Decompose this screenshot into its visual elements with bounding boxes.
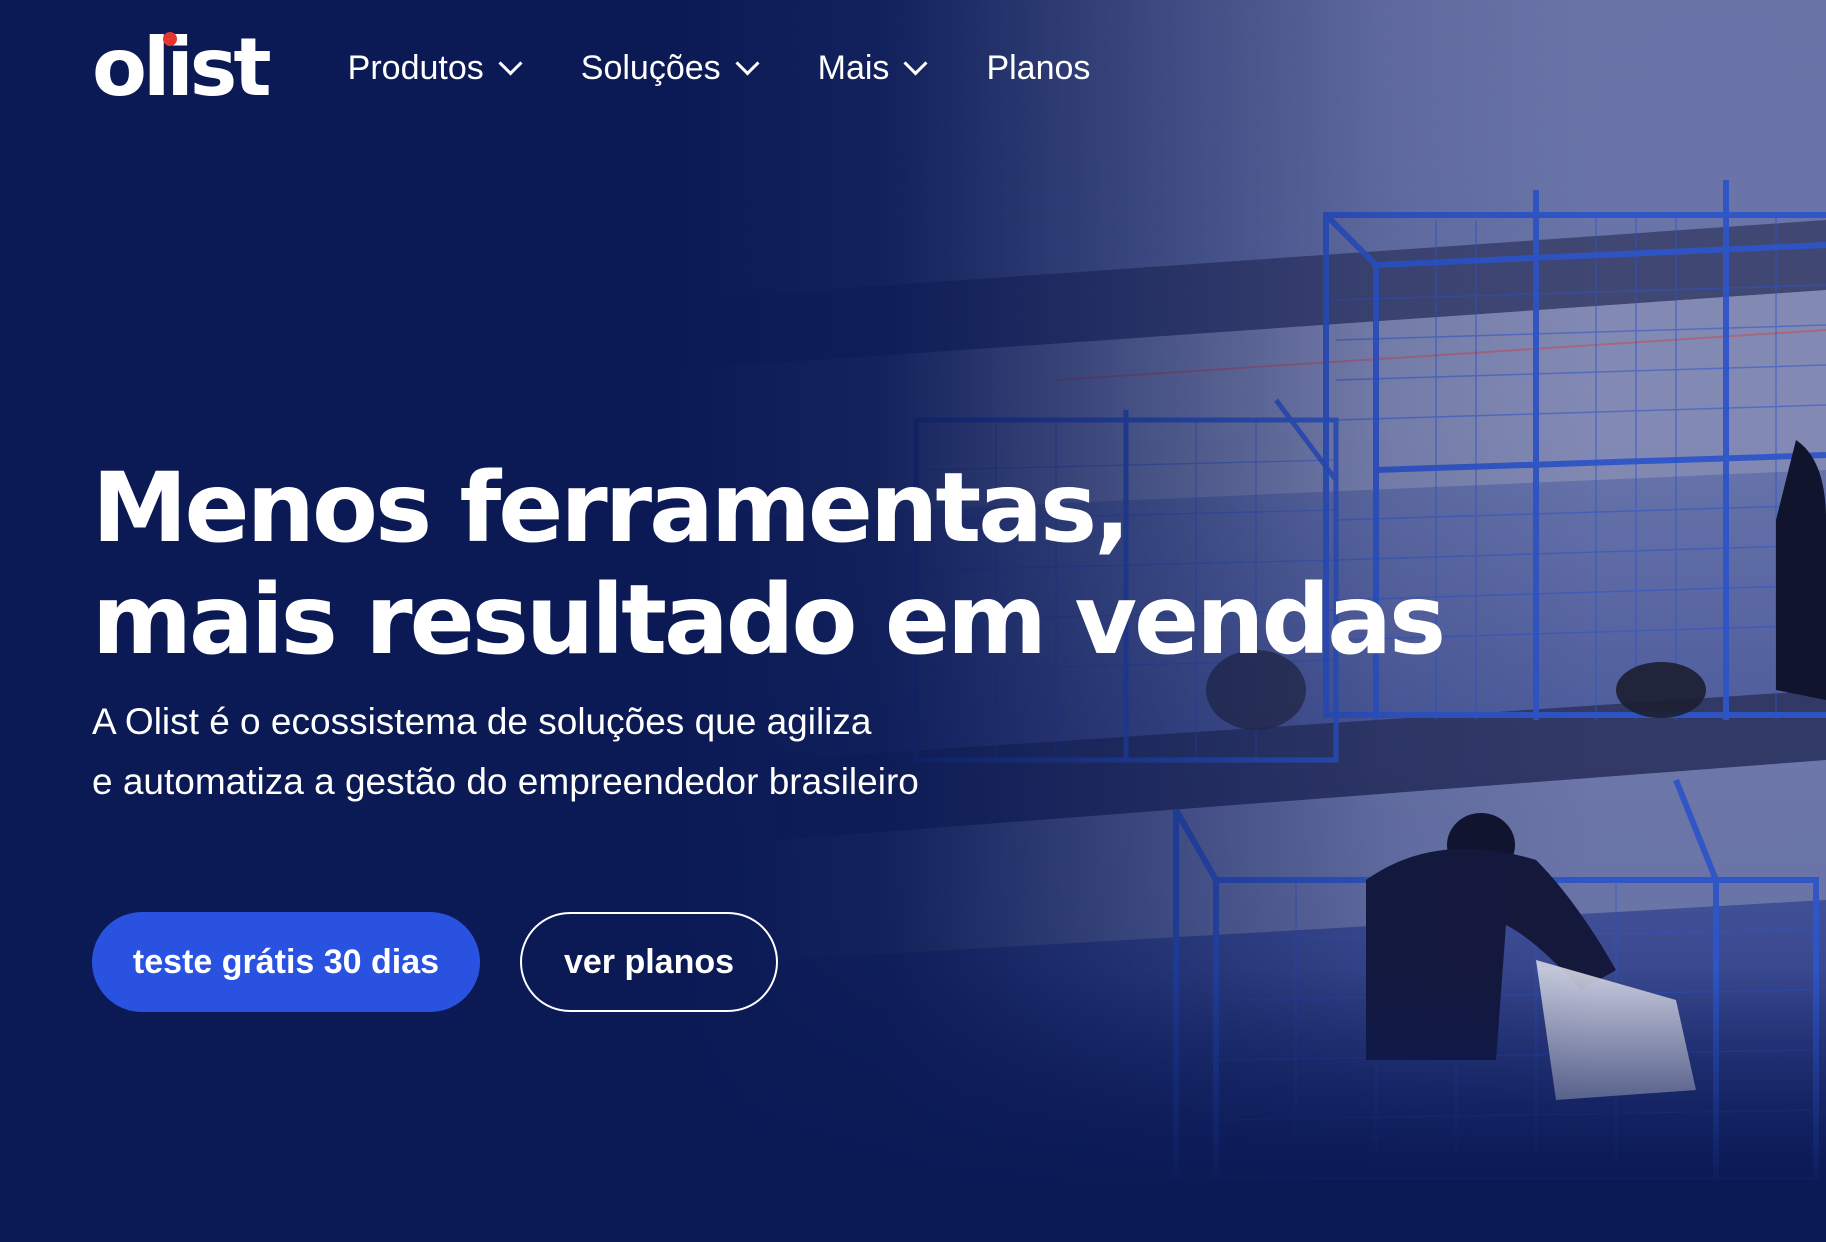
logo-accent-dot: [163, 32, 177, 46]
nav-item-mais[interactable]: Mais: [817, 48, 928, 88]
olist-logo[interactable]: olist: [92, 28, 272, 108]
nav-item-label: Mais: [817, 48, 890, 87]
chevron-down-icon: [903, 50, 928, 76]
view-plans-button[interactable]: ver planos: [520, 912, 778, 1012]
headline-line-2: mais resultado em vendas: [92, 564, 1446, 676]
hero-subtitle: A Olist é o ecossistema de soluções que …: [92, 692, 919, 812]
chevron-down-icon: [498, 50, 523, 76]
chevron-down-icon: [735, 50, 760, 76]
nav-item-planos[interactable]: Planos: [986, 49, 1090, 88]
nav-item-produtos[interactable]: Produtos: [347, 48, 523, 88]
hero-headline: Menos ferramentas, mais resultado em ven…: [92, 452, 1446, 676]
nav-item-solucoes[interactable]: Soluções: [580, 48, 760, 88]
logo-text: olist: [92, 21, 272, 114]
hero-section: olist Produtos Soluções Mais Planos Meno…: [0, 0, 1826, 1242]
headline-line-1: Menos ferramentas,: [92, 452, 1131, 564]
nav-item-label: Planos: [986, 48, 1091, 87]
top-navigation: olist Produtos Soluções Mais Planos: [92, 28, 1152, 108]
free-trial-button[interactable]: teste grátis 30 dias: [92, 912, 480, 1012]
hero-cta-group: teste grátis 30 dias ver planos: [92, 912, 778, 1012]
subtitle-line-2: e automatiza a gestão do empreendedor br…: [92, 761, 919, 802]
subtitle-line-1: A Olist é o ecossistema de soluções que …: [92, 701, 872, 742]
nav-item-label: Soluções: [580, 48, 721, 87]
nav-item-label: Produtos: [347, 48, 484, 87]
